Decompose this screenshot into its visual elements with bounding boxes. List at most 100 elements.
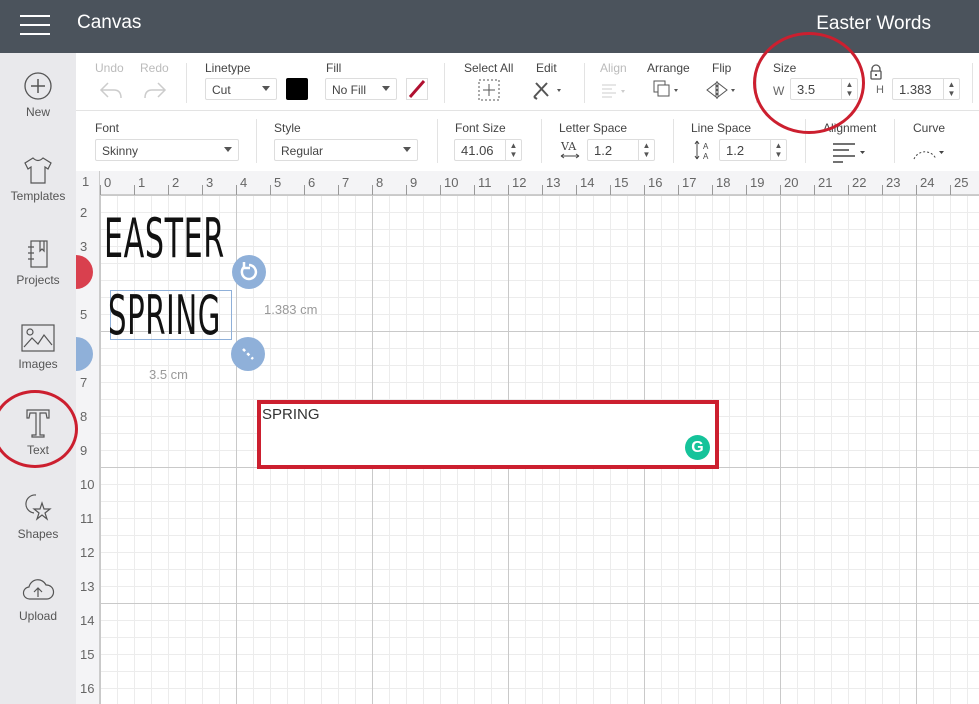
redo-label: Redo — [140, 61, 169, 75]
project-title[interactable]: Easter Words — [816, 13, 931, 35]
ruler-tick-label: 5 — [80, 307, 88, 322]
sidebar-item-new[interactable]: New — [0, 71, 76, 155]
linetype-label: Linetype — [205, 61, 251, 75]
select-all-label: Select All — [464, 61, 514, 75]
sidebar: New Templates Projects Images Text Shape… — [0, 53, 76, 704]
arrange-icon[interactable] — [652, 79, 684, 101]
ruler-tick-label: 5 — [274, 175, 282, 190]
sidebar-item-projects[interactable]: Projects — [0, 239, 76, 323]
ruler-tick-label: 15 — [614, 175, 629, 190]
lock-aspect-icon[interactable] — [869, 64, 883, 80]
canvas-text-easter[interactable]: EASTER — [104, 207, 225, 270]
ruler-tick-label: 15 — [80, 647, 95, 662]
ruler-tick — [610, 185, 611, 195]
fill-select[interactable]: No Fill — [325, 78, 397, 100]
height-value: 1.383 — [899, 82, 932, 97]
curve-icon[interactable] — [912, 141, 950, 163]
ruler-tick-label: 25 — [954, 175, 969, 190]
grammarly-icon[interactable]: G — [685, 435, 710, 460]
arrange-label: Arrange — [647, 61, 690, 75]
tshirt-icon — [24, 157, 52, 184]
text-edit-input[interactable] — [261, 404, 715, 465]
redo-icon[interactable] — [142, 80, 168, 100]
ruler-tick-label: 3 — [80, 239, 88, 254]
height-label: H — [876, 84, 884, 96]
font-select[interactable]: Skinny — [95, 139, 239, 161]
style-select[interactable]: Regular — [274, 139, 418, 161]
width-label: W — [773, 84, 785, 98]
ruler-tick-label: 13 — [80, 579, 95, 594]
sidebar-item-templates[interactable]: Templates — [0, 155, 76, 239]
ruler-tick-label: 10 — [80, 477, 95, 492]
sidebar-label: Projects — [16, 273, 60, 287]
ruler-tick — [406, 185, 407, 195]
alignment-icon[interactable] — [831, 141, 871, 163]
svg-text:A: A — [703, 142, 709, 151]
horizontal-ruler: 0 1 2 3 4 5 6 7 8 9 10 11 12 13 14 15 16 17 18 19 20 21 22 23 24… — [76, 171, 979, 195]
font-size-input[interactable]: 41.06 ▲ ▼ — [454, 139, 522, 161]
ruler-tick-label: 0 — [104, 175, 112, 190]
ruler-tick — [168, 185, 169, 195]
ruler-tick-label: 12 — [80, 545, 95, 560]
sidebar-label: Shapes — [17, 527, 59, 541]
sidebar-label: Upload — [18, 609, 58, 623]
sidebar-item-shapes[interactable]: Shapes — [0, 491, 76, 575]
cloud-upload-icon — [22, 579, 55, 600]
ruler-tick-label: 11 — [478, 175, 492, 190]
ruler-tick-label: 11 — [80, 511, 94, 526]
width-input[interactable]: 3.5 ▲ ▼ — [790, 78, 858, 100]
ruler-tick-label: 4 — [240, 175, 248, 190]
line-space-input[interactable]: 1.2 ▲ ▼ — [719, 139, 787, 161]
ruler-tick-label: 16 — [80, 681, 95, 696]
linetype-color-swatch[interactable] — [286, 78, 308, 100]
height-dimension-label: 1.383 cm — [264, 302, 318, 317]
ruler-tick — [236, 185, 237, 195]
text-edit-box[interactable]: G — [257, 400, 719, 469]
ruler-tick-label: 19 — [750, 175, 765, 190]
flip-icon[interactable] — [704, 79, 738, 101]
resize-handle-icon[interactable] — [231, 337, 265, 371]
ruler-tick-label: 10 — [444, 175, 459, 190]
linetype-select[interactable]: Cut — [205, 78, 277, 100]
ruler-tick — [576, 185, 577, 195]
sidebar-item-text[interactable]: Text — [0, 407, 76, 491]
sidebar-label: Templates — [10, 189, 66, 203]
design-canvas[interactable]: 0 1 2 3 4 5 6 7 8 9 10 11 12 13 14 15 16 17 18 19 20 21 22 23 24… — [76, 171, 979, 704]
image-icon — [21, 324, 55, 352]
ruler-tick — [338, 185, 339, 195]
text-T-icon — [26, 409, 50, 438]
ruler-tick — [270, 185, 271, 195]
edit-tools-icon[interactable] — [531, 79, 565, 101]
ruler-tick-label: 2 — [172, 175, 180, 190]
ruler-tick — [916, 185, 917, 195]
notebook-icon — [28, 240, 48, 268]
font-size-value: 41.06 — [461, 143, 494, 158]
undo-icon[interactable] — [98, 80, 124, 100]
select-all-icon[interactable] — [478, 79, 500, 101]
sidebar-item-images[interactable]: Images — [0, 323, 76, 407]
ruler-tick — [950, 185, 951, 195]
letter-space-input[interactable]: 1.2 ▲ ▼ — [587, 139, 655, 161]
ruler-corner-label: 1 — [82, 174, 90, 189]
sidebar-label: Text — [26, 443, 49, 457]
ruler-tick-label: 16 — [648, 175, 663, 190]
letter-space-value: 1.2 — [594, 143, 613, 158]
ruler-tick — [678, 185, 679, 195]
svg-text:VA: VA — [560, 140, 577, 153]
ruler-tick — [814, 185, 815, 195]
ruler-tick-label: 8 — [80, 409, 88, 424]
no-fill-swatch-icon[interactable] — [406, 78, 428, 100]
svg-text:A: A — [703, 152, 709, 161]
ruler-tick-label: 9 — [80, 443, 88, 458]
sidebar-label: Images — [18, 357, 58, 371]
ruler-tick-label: 23 — [886, 175, 901, 190]
ruler-tick-label: 12 — [512, 175, 527, 190]
plus-circle-icon — [24, 72, 52, 100]
ruler-tick — [440, 185, 441, 195]
menu-icon[interactable] — [20, 15, 50, 35]
style-value: Regular — [281, 144, 324, 158]
sidebar-item-upload[interactable]: Upload — [0, 575, 76, 659]
canvas-text-spring[interactable]: SPRING — [108, 284, 221, 347]
rotate-handle-icon[interactable] — [232, 255, 266, 289]
height-input[interactable]: 1.383 ▲ ▼ — [892, 78, 960, 100]
